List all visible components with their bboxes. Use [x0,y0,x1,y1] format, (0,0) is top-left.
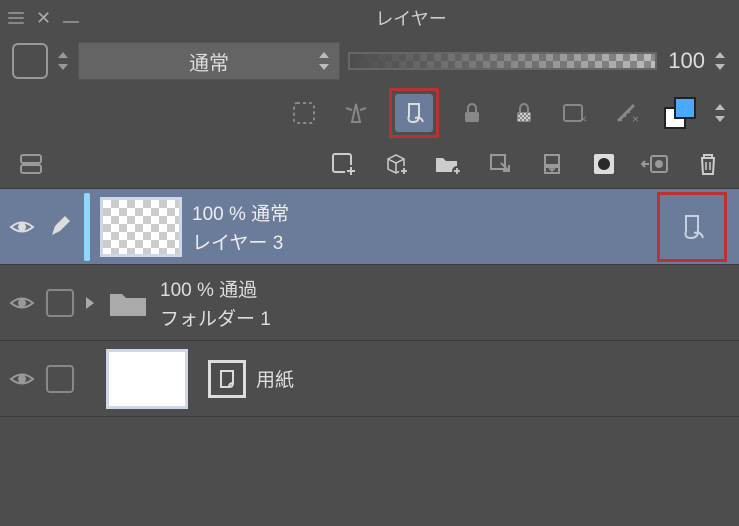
edit-indicator-icon[interactable] [46,213,74,241]
layer-name: フォルダー 1 [160,304,731,331]
reference-layer-icon[interactable] [395,94,433,132]
new-3d-layer-icon[interactable] [377,145,415,183]
blend-mode-dropdown[interactable]: 通常 [78,42,340,80]
blend-stepper[interactable] [317,50,331,72]
svg-text:×: × [632,112,639,125]
reference-badge-highlight [657,192,727,262]
dotted-frame-icon[interactable] [285,94,323,132]
menu-icon[interactable] [8,12,24,24]
layer-opacity-label: 100 % 通過 [160,275,731,302]
layer-list: 100 % 通常 レイヤー 3 100 % 通過 フォルダー 1 用紙 [0,188,739,417]
layer-thumbnail[interactable] [106,349,188,409]
panel-view-icon[interactable] [12,145,50,183]
visibility-icon[interactable] [8,218,36,236]
reference-layer-highlight [389,88,439,138]
shape-stepper[interactable] [56,50,70,72]
paper-icon [208,360,246,398]
visibility-icon[interactable] [8,294,36,312]
minimize-icon[interactable] [63,21,79,23]
folder-icon [106,285,150,321]
lighthouse-icon[interactable] [337,94,375,132]
apply-mask-icon[interactable] [637,145,675,183]
layer-shape-button[interactable] [12,43,48,79]
lock-icon[interactable] [453,94,491,132]
panel-title: レイヤー [91,5,731,31]
layer-thumbnail[interactable] [100,197,182,257]
layer-item-folder[interactable]: 100 % 通過 フォルダー 1 [0,265,739,341]
select-checkbox[interactable] [46,289,74,317]
opacity-stepper[interactable] [713,50,727,72]
lock-transparency-icon[interactable] [505,94,543,132]
color-stepper[interactable] [713,102,727,124]
svg-text:×: × [580,112,587,125]
expand-icon[interactable] [84,295,96,311]
opacity-slider[interactable] [348,52,657,70]
trash-icon[interactable] [689,145,727,183]
mask-icon[interactable] [585,145,623,183]
merge-down-icon[interactable] [533,145,571,183]
transfer-down-icon[interactable] [481,145,519,183]
new-layer-icon[interactable] [325,145,363,183]
blend-mode-label: 通常 [189,47,229,76]
layer-item-selected[interactable]: 100 % 通常 レイヤー 3 [0,189,739,265]
close-icon[interactable]: ✕ [36,8,51,29]
layer-name: レイヤー 3 [192,228,647,255]
reference-badge-icon [663,198,721,256]
visibility-icon[interactable] [8,370,36,388]
layer-item-paper[interactable]: 用紙 [0,341,739,417]
ruler-off-icon[interactable]: × [609,94,647,132]
select-checkbox[interactable] [46,365,74,393]
selection-bar [84,193,90,261]
opacity-value: 100 [665,48,705,74]
layer-name: 用紙 [256,365,731,392]
mask-off-icon[interactable]: × [557,94,595,132]
layer-color-icon[interactable] [661,94,699,132]
new-folder-icon[interactable] [429,145,467,183]
layer-opacity-label: 100 % 通常 [192,199,647,226]
